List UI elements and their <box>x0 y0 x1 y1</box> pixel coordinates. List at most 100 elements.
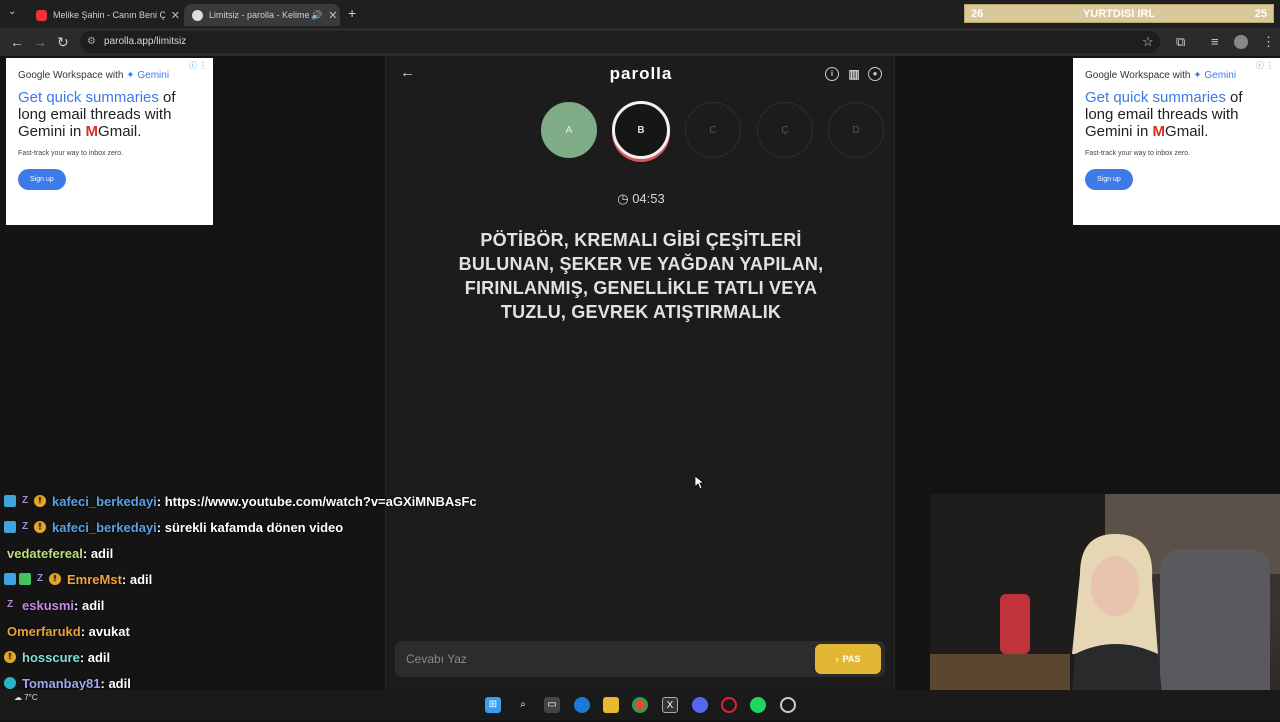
question-text: PÖTİBÖR, KREMALI GİBİ ÇEŞİTLERİ BULUNAN,… <box>458 230 824 322</box>
letter-circle-d: D <box>828 102 884 158</box>
chat-message: ! hosscure : adil <box>0 644 560 670</box>
chat-text: : adil <box>82 545 114 561</box>
back-icon[interactable]: ← <box>10 34 24 50</box>
chat-message: Omerfarukd : avukat <box>0 618 560 644</box>
letter-circle-c: C <box>685 102 741 158</box>
chat-message: Zeskusmi : adil <box>0 592 560 618</box>
chat-username[interactable]: vedatefereal <box>7 546 83 561</box>
youtube-icon <box>36 9 47 21</box>
discord-icon[interactable] <box>692 697 708 713</box>
windows-taskbar: ☁ 7°C ⊞ ⌕ ▭ X <box>0 690 1280 720</box>
ad-headline: Get quick summaries of long email thread… <box>18 89 176 140</box>
chat-message: Z! EmreMst : adil <box>0 566 560 592</box>
tab-title: Melike Şahin - Canın Beni Çekt <box>53 10 165 20</box>
chat-message: Z! kafeci_berkedayi : sürekli kafamda dön… <box>0 514 560 540</box>
ad-brand: Google Workspace with ✦ Gemini <box>18 70 170 81</box>
info-icon[interactable]: i <box>825 67 839 81</box>
tab-title: Limitsiz - parolla - Kelime o <box>209 10 309 20</box>
close-icon[interactable]: ✕ <box>328 9 337 22</box>
chat-text: : https://www.youtube.com/watch?v=aGXiMN… <box>156 493 477 509</box>
close-icon[interactable]: ✕ <box>171 9 180 22</box>
banner-right-count: 25 <box>1254 7 1267 20</box>
letter-circle-b: B <box>612 101 670 159</box>
tab-youtube[interactable]: Melike Şahin - Canın Beni Çekt ✕ <box>28 4 180 26</box>
chat-text: : adil <box>121 571 153 587</box>
pass-button[interactable]: › PAS <box>815 644 881 674</box>
new-tab-icon[interactable]: + <box>348 5 356 21</box>
chat-username[interactable]: EmreMst <box>67 572 122 587</box>
ad-signup-button[interactable]: Sign up <box>1085 169 1133 190</box>
app-icon[interactable] <box>780 697 796 713</box>
green-badge-icon <box>19 573 31 585</box>
stats-icon[interactable]: ▥ <box>847 67 861 81</box>
tab-parolla[interactable]: Limitsiz - parolla - Kelime o 🔊 ✕ <box>184 4 340 26</box>
chat-message: Z! kafeci_berkedayi : https://www.youtube… <box>0 488 560 514</box>
letter-circle-c-cedilla: Ç <box>757 102 813 158</box>
chat-text: : avukat <box>80 623 130 639</box>
chat-username[interactable]: hosscure <box>22 650 80 665</box>
search-icon[interactable]: ⌕ <box>515 697 531 713</box>
chrome-icon[interactable] <box>632 697 648 713</box>
banner-title: YURTDISI IRL <box>1082 7 1156 20</box>
profile-avatar[interactable] <box>1234 35 1248 49</box>
ad-left[interactable]: ⓘ ⋮ Google Workspace with ✦ Gemini Get q… <box>6 58 213 225</box>
file-explorer-icon[interactable] <box>603 697 619 713</box>
edge-icon[interactable] <box>574 697 590 713</box>
tab-search-icon[interactable]: ⌄ <box>8 6 16 17</box>
adchoices-icon[interactable]: ⓘ ⋮ <box>189 60 207 71</box>
weather-temp: 7°C <box>24 693 38 702</box>
stream-chat: Z! kafeci_berkedayi : https://www.youtube… <box>0 488 560 722</box>
ad-signup-button[interactable]: Sign up <box>18 169 66 190</box>
windows-start-icon[interactable]: ⊞ <box>485 697 501 713</box>
sub-badge-icon: ! <box>34 521 46 533</box>
prime-badge-icon <box>4 521 16 533</box>
cyan-badge-icon <box>4 677 16 689</box>
bookmark-star-icon[interactable]: ☆ <box>1142 34 1154 50</box>
extensions-icon[interactable]: ⧉ <box>1176 34 1185 50</box>
chat-username[interactable]: Omerfarukd <box>7 624 81 639</box>
z-badge-icon: Z <box>21 521 29 532</box>
site-logo[interactable]: parolla <box>386 64 896 84</box>
spotify-icon[interactable] <box>750 697 766 713</box>
sub-badge-icon: ! <box>4 651 16 663</box>
prime-badge-icon <box>4 495 16 507</box>
site-info-icon[interactable]: ⚙ <box>87 31 96 53</box>
reading-list-icon[interactable]: ≡ <box>1211 34 1219 49</box>
chat-username[interactable]: kafeci_berkedayi <box>52 520 157 535</box>
chat-username[interactable]: Tomanbay81 <box>22 676 101 691</box>
weather-widget[interactable]: ☁ 7°C <box>14 693 38 702</box>
chat-username[interactable]: eskusmi <box>22 598 74 613</box>
opera-icon[interactable] <box>721 697 737 713</box>
clock-icon: ◷ <box>617 191 629 206</box>
url-text: parolla.app/limitsiz <box>104 36 187 47</box>
ad-right[interactable]: ⓘ ⋮ Google Workspace with ✦ Gemini Get q… <box>1073 58 1280 225</box>
z-badge-icon: Z <box>6 599 14 610</box>
chat-text: : adil <box>100 675 131 691</box>
forward-icon[interactable]: → <box>33 34 47 50</box>
speaker-icon[interactable]: 🔊 <box>311 10 322 21</box>
browser-tab-bar: ⌄ Melike Şahin - Canın Beni Çekt ✕ Limit… <box>0 0 1280 28</box>
task-view-icon[interactable]: ▭ <box>544 697 560 713</box>
pass-label: PAS <box>842 654 861 664</box>
prime-badge-icon <box>4 573 16 585</box>
x-app-icon[interactable]: X <box>662 697 678 713</box>
profile-icon[interactable]: ● <box>868 67 882 81</box>
timer: ◷ 04:53 <box>386 191 896 207</box>
chat-text: : sürekli kafamda dönen video <box>156 519 344 535</box>
webcam-feed <box>930 494 1280 720</box>
timer-value: 04:53 <box>632 191 665 206</box>
banner-left-count: 26 <box>971 7 984 20</box>
chat-username[interactable]: kafeci_berkedayi <box>52 494 157 509</box>
chat-message: vedatefereal : adil <box>0 540 560 566</box>
weather-icon: ☁ <box>14 693 22 702</box>
url-field[interactable]: ⚙ parolla.app/limitsiz <box>80 31 1160 53</box>
ad-subtext: Fast-track your way to inbox zero. <box>18 150 124 157</box>
menu-icon[interactable]: ⋮ <box>1262 34 1275 50</box>
ad-headline: Get quick summaries of long email thread… <box>1085 89 1243 140</box>
reload-icon[interactable]: ↻ <box>57 34 69 51</box>
chevron-right-icon: › <box>835 654 839 664</box>
adchoices-icon[interactable]: ⓘ ⋮ <box>1256 60 1274 71</box>
sub-badge-icon: ! <box>34 495 46 507</box>
sub-badge-icon: ! <box>49 573 61 585</box>
z-badge-icon: Z <box>21 495 29 506</box>
